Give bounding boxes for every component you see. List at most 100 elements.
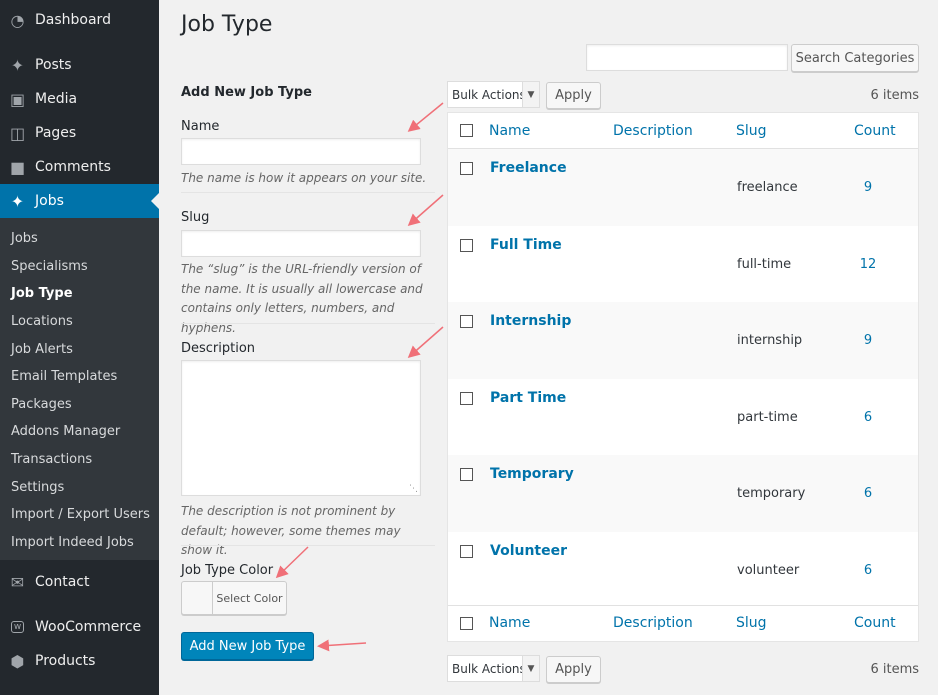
row-count-link[interactable]: 6 xyxy=(828,410,908,425)
column-count[interactable]: Count xyxy=(854,615,896,631)
menu-dashboard[interactable]: ◔ Dashboard xyxy=(0,3,159,37)
slug-input[interactable] xyxy=(181,230,421,257)
admin-sidebar: ◔ Dashboard ✦ Posts ▣ Media ◫ Pages ■ Co… xyxy=(0,0,159,695)
menu-woocommerce[interactable]: w WooCommerce xyxy=(0,610,159,644)
row-name-link[interactable]: Freelance xyxy=(490,160,567,176)
submenu-job-type[interactable]: Job Type xyxy=(11,286,73,301)
table-header: Name Description Slug Count xyxy=(448,113,918,149)
submenu-locations[interactable]: Locations xyxy=(11,314,73,329)
divider xyxy=(181,323,435,324)
menu-label: Products xyxy=(35,653,96,669)
row-slug: volunteer xyxy=(737,562,800,578)
column-description[interactable]: Description xyxy=(613,615,693,631)
row-name-link[interactable]: Part Time xyxy=(490,390,566,406)
name-help: The name is how it appears on your site. xyxy=(181,171,427,185)
row-count-link[interactable]: 9 xyxy=(828,180,908,195)
menu-posts[interactable]: ✦ Posts xyxy=(0,48,159,82)
submenu-settings[interactable]: Settings xyxy=(11,480,64,495)
row-checkbox[interactable] xyxy=(460,315,473,328)
submenu-job-alerts[interactable]: Job Alerts xyxy=(11,342,73,357)
bulk-actions-select[interactable]: Bulk Actions ▼ xyxy=(447,81,540,108)
items-count-bottom: 6 items xyxy=(870,662,919,677)
color-picker-button[interactable]: Select Color xyxy=(181,581,287,615)
submenu-import-indeed-jobs[interactable]: Import Indeed Jobs xyxy=(11,535,134,550)
table-row: Part Time part-time 6 xyxy=(448,379,918,456)
chevron-down-icon: ▼ xyxy=(522,82,539,107)
bulk-actions-value: Bulk Actions xyxy=(452,661,526,676)
row-checkbox[interactable] xyxy=(460,468,473,481)
divider xyxy=(181,192,435,193)
arrow-icon xyxy=(407,194,444,226)
row-checkbox[interactable] xyxy=(460,238,473,252)
submenu-import-export-users[interactable]: Import / Export Users xyxy=(11,507,150,522)
menu-pages[interactable]: ◫ Pages xyxy=(0,116,159,150)
page-title: Job Type xyxy=(181,12,273,37)
description-help: The description is not prominent by defa… xyxy=(181,504,401,557)
row-count-link[interactable]: 12 xyxy=(828,257,908,272)
menu-jobs[interactable]: ✦ Jobs xyxy=(0,184,159,218)
description-textarea[interactable]: ⋱ xyxy=(181,360,421,496)
menu-label: Comments xyxy=(35,159,111,175)
menu-label: Jobs xyxy=(35,193,64,209)
submenu-jobs[interactable]: Jobs xyxy=(11,231,38,246)
submenu-packages[interactable]: Packages xyxy=(11,397,72,412)
menu-media[interactable]: ▣ Media xyxy=(0,82,159,116)
column-count[interactable]: Count xyxy=(854,123,896,139)
add-new-job-type-button[interactable]: Add New Job Type xyxy=(181,632,314,660)
search-input[interactable] xyxy=(586,44,788,71)
menu-label: Media xyxy=(35,91,78,107)
row-slug: part-time xyxy=(737,409,798,425)
column-name[interactable]: Name xyxy=(489,615,530,631)
column-slug[interactable]: Slug xyxy=(736,123,767,139)
menu-label: Contact xyxy=(35,574,90,590)
name-input[interactable] xyxy=(181,138,421,165)
slug-help: The “slug” is the URL-friendly version o… xyxy=(181,262,423,335)
form-heading: Add New Job Type xyxy=(181,85,312,100)
column-slug[interactable]: Slug xyxy=(736,615,767,631)
row-count-link[interactable]: 9 xyxy=(828,333,908,348)
menu-products[interactable]: ⬢ Products xyxy=(0,644,159,678)
row-count-link[interactable]: 6 xyxy=(828,563,908,578)
submenu-addons-manager[interactable]: Addons Manager xyxy=(11,424,120,439)
row-name-link[interactable]: Full Time xyxy=(490,237,562,253)
submenu-transactions[interactable]: Transactions xyxy=(11,452,92,467)
submenu-email-templates[interactable]: Email Templates xyxy=(11,369,117,384)
table-row: Volunteer volunteer 6 xyxy=(448,532,918,609)
column-description[interactable]: Description xyxy=(613,123,693,139)
column-name[interactable]: Name xyxy=(489,123,530,139)
menu-comments[interactable]: ■ Comments xyxy=(0,150,159,184)
chevron-down-icon: ▼ xyxy=(522,656,539,681)
submenu-specialisms[interactable]: Specialisms xyxy=(11,259,88,274)
description-label: Description xyxy=(181,341,256,356)
media-icon: ▣ xyxy=(9,89,26,109)
row-slug: temporary xyxy=(737,486,806,501)
search-categories-button[interactable]: Search Categories xyxy=(791,44,919,72)
select-all-checkbox[interactable] xyxy=(460,617,473,630)
row-checkbox[interactable] xyxy=(460,162,473,175)
row-count-link[interactable]: 6 xyxy=(828,486,908,501)
divider xyxy=(181,545,435,546)
row-checkbox[interactable] xyxy=(460,544,473,558)
row-name-link[interactable]: Temporary xyxy=(490,466,574,482)
select-color-label: Select Color xyxy=(216,591,283,605)
apply-button[interactable]: Apply xyxy=(546,82,601,109)
resize-grip-icon[interactable]: ⋱ xyxy=(409,484,418,494)
pages-icon: ◫ xyxy=(9,123,26,143)
row-slug: full-time xyxy=(737,256,792,272)
row-name-link[interactable]: Volunteer xyxy=(490,543,567,559)
bulk-actions-select-bottom[interactable]: Bulk Actions ▼ xyxy=(447,655,540,682)
select-all-checkbox[interactable] xyxy=(460,124,473,137)
pin-icon: ✦ xyxy=(10,191,25,211)
row-slug: internship xyxy=(737,333,803,348)
table-row: Internship internship 9 xyxy=(448,302,918,379)
items-count: 6 items xyxy=(870,88,919,103)
color-swatch[interactable] xyxy=(182,582,213,614)
table-row: Freelance freelance 9 xyxy=(448,149,918,226)
name-label: Name xyxy=(181,119,220,134)
menu-label: Dashboard xyxy=(35,12,111,28)
row-checkbox[interactable] xyxy=(460,391,473,405)
menu-contact[interactable]: ✉ Contact xyxy=(0,565,159,599)
apply-button-bottom[interactable]: Apply xyxy=(546,656,601,683)
row-name-link[interactable]: Internship xyxy=(490,313,571,329)
menu-label: Pages xyxy=(35,125,77,141)
